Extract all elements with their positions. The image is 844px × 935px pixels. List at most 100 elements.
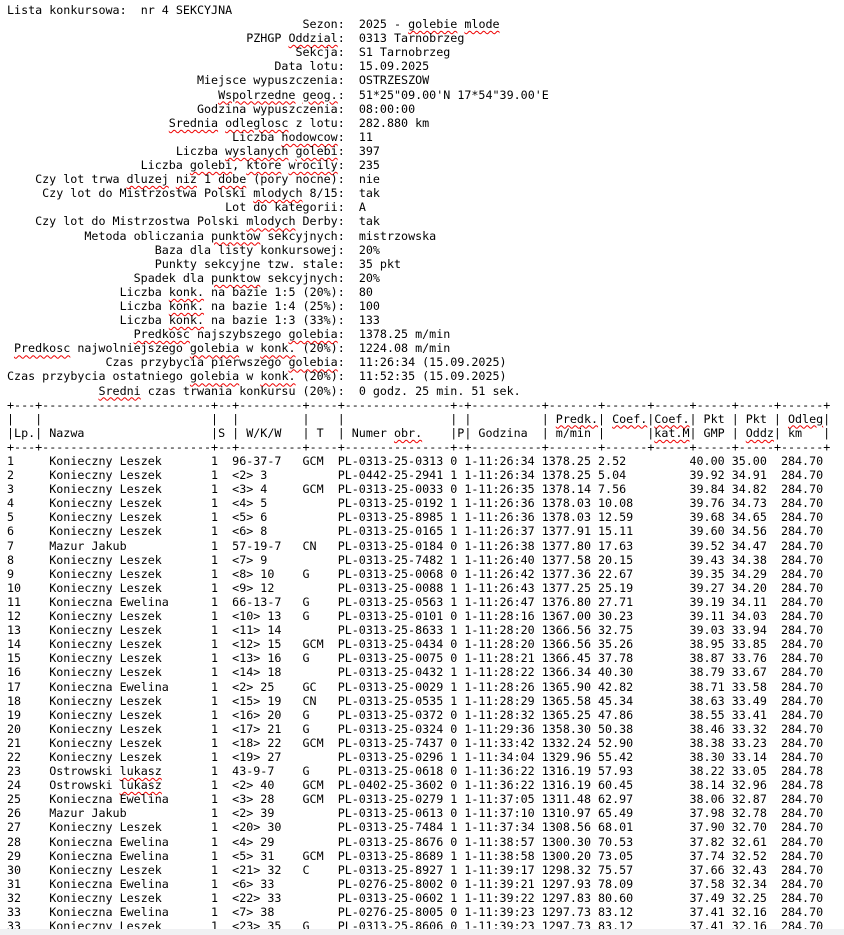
cell-godzina: 1-11:28:22 [464, 665, 541, 679]
header-field-line: Predkosc najwolniejszego golebia w konk.… [7, 341, 844, 355]
cell-predk: 1366.56 [542, 623, 598, 637]
cell-numer-obr: PL-0313-25-0033 [338, 482, 451, 496]
field-label: Liczba konk. na bazie 1:4 (25%): [7, 299, 345, 313]
header-cell-coef-katm: |Coef. [647, 412, 689, 426]
table-row: 31Konieczna Ewelina1<6> 33PL-0276-25-800… [7, 877, 844, 891]
cell-odleg: 284.70 [774, 680, 830, 694]
header-field-line: Liczba golebi, ktore wrocily:235 [7, 158, 844, 172]
cell-pkt-oddz: 34.03 [732, 609, 774, 623]
cell-coef: 55.42 [598, 750, 647, 764]
cell-predk: 1300.20 [542, 849, 598, 863]
field-value: 2025 - golebie mlode [345, 17, 500, 31]
cell-s: 1 [211, 539, 232, 553]
cell-wkw: <10> 13 [232, 609, 302, 623]
cell-wkw: <3> 4 [232, 482, 302, 496]
spellcheck-squiggle: punktow [211, 271, 260, 285]
table-row: 2Konieczny Leszek1<2> 3PL-0442-25-294111… [7, 468, 844, 482]
cell-nazwa: Konieczny Leszek [49, 553, 211, 567]
field-label: Spadek dla punktow sekcyjnych: [7, 271, 345, 285]
spellcheck-squiggle: Srednia [169, 116, 218, 130]
cell-nazwa: Konieczny Leszek [49, 863, 211, 877]
cell-predk: 1310.97 [542, 806, 598, 820]
cell-odleg: 284.70 [774, 454, 830, 468]
field-label: Czas przybycia pierwszego golebia: [7, 355, 345, 369]
cell-godzina: 1-11:38:58 [464, 849, 541, 863]
cell-coef: 20.15 [598, 553, 647, 567]
cell-numer-obr: PL-0313-25-0372 [338, 708, 451, 722]
field-value: 08:00:00 [345, 102, 415, 116]
cell-coef: 22.67 [598, 567, 647, 581]
cell-godzina: 1-11:36:22 [464, 764, 541, 778]
cell-coef: 47.86 [598, 708, 647, 722]
header-cell-coef: | [598, 426, 647, 440]
header-field-line: Lot do kategorii:A [7, 200, 844, 214]
cell-nazwa: Konieczna Ewelina [49, 905, 211, 919]
cell-coef: 40.30 [598, 665, 647, 679]
spellcheck-squiggle: Wspolrzedne [218, 88, 295, 102]
results-document[interactable]: Lista konkursowa: nr 4 SEKCYJNA Sezon:20… [0, 0, 844, 935]
header-field-line: Srednia odleglosc z lotu:282.880 km [7, 116, 844, 130]
cell-predk: 1316.19 [542, 764, 598, 778]
cell-nazwa: Konieczny Leszek [49, 708, 211, 722]
cell-pkt-oddz: 32.34 [732, 877, 774, 891]
cell-pkt-gmp: 39.27 [689, 581, 731, 595]
table-row: 32Konieczny Leszek1<22> 33PL-0313-25-060… [7, 891, 844, 905]
header-cell-t: | T [303, 426, 338, 440]
field-value: nie [345, 172, 380, 186]
table-row: 16Konieczny Leszek1<14> 18PL-0313-25-043… [7, 665, 844, 679]
cell-pkt-gmp: 39.84 [689, 482, 731, 496]
spellcheck-squiggle: lukasz [120, 778, 162, 792]
cell-pkt-oddz: 33.58 [732, 680, 774, 694]
cell-coef: 27.71 [598, 595, 647, 609]
spellcheck-squiggle: Oddz [746, 426, 774, 440]
cell-godzina: 1-11:29:36 [464, 722, 541, 736]
header-cell-wkw: | W/K/W [232, 426, 302, 440]
table-separator-top: +---+------------------------+--+-------… [7, 398, 844, 412]
cell-numer-obr: PL-0313-25-8633 [338, 623, 451, 637]
spellcheck-squiggle: wyslanych [225, 144, 288, 158]
cell-odleg: 284.70 [774, 905, 830, 919]
cell-pkt-oddz: 32.70 [732, 820, 774, 834]
cell-nazwa: Konieczny Leszek [49, 694, 211, 708]
cell-s: 1 [211, 651, 232, 665]
cell-odleg: 284.70 [774, 792, 830, 806]
header-field-line: Predkosc najszybszego golebia:1378.25 m/… [7, 327, 844, 341]
cell-wkw: <6> 33 [232, 877, 302, 891]
cell-pkt-gmp: 37.41 [689, 905, 731, 919]
cell-lp: 3 [7, 482, 49, 496]
cell-odleg: 284.70 [774, 891, 830, 905]
header-field-line: Spadek dla punktow sekcyjnych:20% [7, 271, 844, 285]
cell-predk: 1377.58 [542, 553, 598, 567]
spellcheck-squiggle: lukasz [120, 764, 162, 778]
cell-predk: 1366.56 [542, 637, 598, 651]
field-value: 282.880 km [345, 116, 429, 130]
header-field-line: Metoda obliczania punktow sekcyjnych:mis… [7, 229, 844, 243]
cell-t: GCM [303, 792, 338, 806]
cell-numer-obr: PL-0313-25-0432 [338, 665, 451, 679]
cell-pkt-oddz: 32.52 [732, 849, 774, 863]
spellcheck-squiggle: kat.M [654, 426, 689, 440]
cell-coef: 73.05 [598, 849, 647, 863]
header-cell-p: | [450, 412, 464, 426]
header-field-line: Liczba konk. na bazie 1:5 (20%):80 [7, 285, 844, 299]
cell-s: 1 [211, 510, 232, 524]
cell-pkt-gmp: 39.19 [689, 595, 731, 609]
cell-t: G [303, 708, 338, 722]
cell-predk: 1377.36 [542, 567, 598, 581]
cell-pkt-gmp: 37.58 [689, 877, 731, 891]
cell-p: 1 [450, 792, 464, 806]
spellcheck-squiggle: Odleg [788, 412, 823, 426]
cell-godzina: 1-11:39:22 [464, 891, 541, 905]
spellcheck-squiggle: Coef. [612, 412, 647, 426]
cell-lp: 26 [7, 806, 49, 820]
cell-coef: 50.38 [598, 722, 647, 736]
table-row: 8Konieczny Leszek1<7> 9PL-0313-25-748211… [7, 553, 844, 567]
cell-pkt-oddz: 32.43 [732, 863, 774, 877]
cell-pkt-gmp: 38.22 [689, 764, 731, 778]
cell-p: 0 [450, 482, 464, 496]
cell-nazwa: Konieczny Leszek [49, 482, 211, 496]
table-row: 28Konieczna Ewelina1<4> 29PL-0313-25-867… [7, 835, 844, 849]
spellcheck-squiggle: golebie [408, 17, 457, 31]
cell-s: 1 [211, 468, 232, 482]
cell-coef: 75.57 [598, 863, 647, 877]
